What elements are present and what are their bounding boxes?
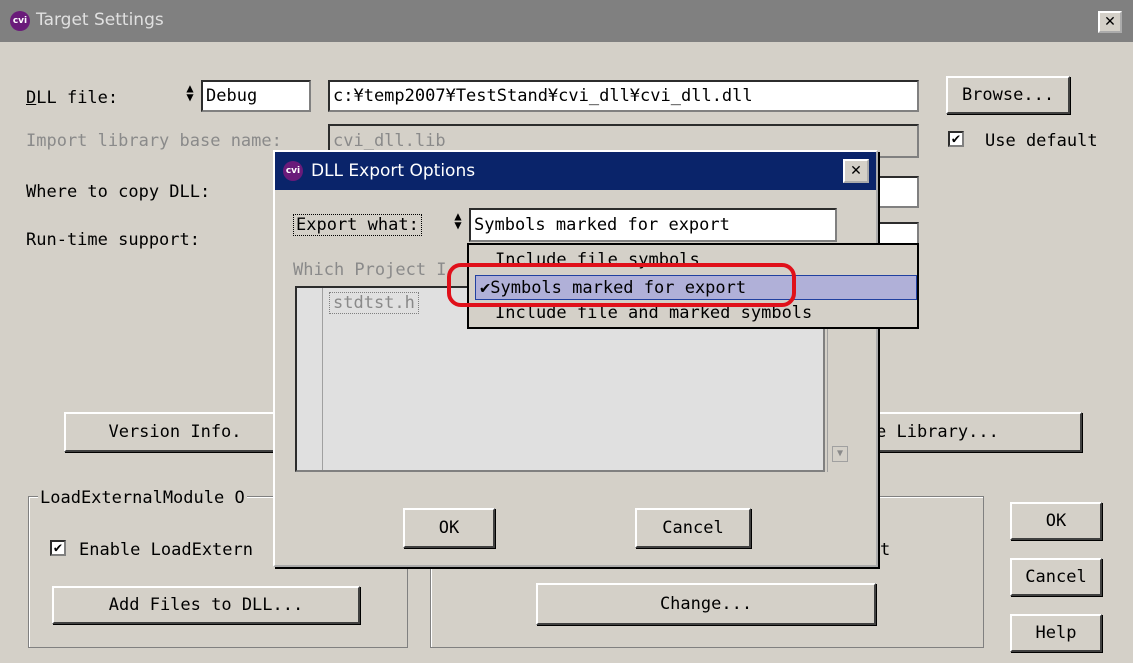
scroll-down-icon[interactable]: ▼: [832, 446, 848, 462]
where-copy-label: Where to copy DLL:: [26, 182, 211, 202]
dialog-close-icon[interactable]: ✕: [843, 159, 869, 183]
help-button[interactable]: Help: [1010, 614, 1102, 652]
ok-button[interactable]: OK: [1010, 502, 1102, 540]
export-what-label: Export what:: [293, 214, 422, 236]
dialog-title: DLL Export Options: [311, 161, 476, 181]
import-library-button[interactable]: e Library...: [864, 412, 1082, 452]
enable-load-checkbox[interactable]: ✔: [50, 540, 66, 556]
list-gutter: [297, 288, 323, 470]
dll-config-spinner-icon[interactable]: ▲ ▼: [183, 82, 197, 104]
dll-file-label: DLL file:: [26, 88, 119, 108]
export-what-spinner-icon[interactable]: ▲ ▼: [451, 210, 465, 234]
dll-file-label-rest: LL file:: [36, 88, 119, 108]
close-icon[interactable]: ✕: [1098, 11, 1122, 33]
list-scrollbar[interactable]: ▼: [827, 312, 851, 472]
enable-load-label: Enable LoadExtern: [79, 540, 253, 560]
browse-button[interactable]: Browse...: [946, 76, 1070, 114]
version-info-button[interactable]: Version Info.: [64, 412, 286, 452]
use-default-checkbox[interactable]: ✔: [948, 131, 964, 147]
which-project-label: Which Project I: [293, 260, 447, 280]
dialog-title-bar: cvi DLL Export Options ✕: [275, 152, 876, 190]
import-library-label: Import library base name:: [26, 131, 282, 151]
dll-config-field[interactable]: Debug: [201, 80, 311, 112]
cancel-button[interactable]: Cancel: [1010, 558, 1102, 596]
title-bar: cvi Target Settings ✕: [0, 0, 1133, 42]
where-copy-field[interactable]: [876, 176, 919, 208]
cvi-logo-icon: cvi: [10, 11, 30, 31]
highlight-annotation: [447, 263, 796, 307]
dll-path-input[interactable]: c:¥temp2007¥TestStand¥cvi_dll¥cvi_dll.dl…: [328, 80, 919, 112]
change-button[interactable]: Change...: [536, 583, 876, 625]
dll-export-options-dialog: cvi DLL Export Options ✕ Export what: ▲ ▼…: [273, 150, 878, 567]
add-files-button[interactable]: Add Files to DLL...: [52, 586, 360, 624]
dialog-ok-button[interactable]: OK: [403, 508, 495, 548]
cvi-logo-icon: cvi: [283, 161, 303, 181]
export-what-field[interactable]: Symbols marked for export: [469, 208, 837, 242]
list-item[interactable]: stdtst.h: [329, 292, 419, 314]
runtime-label: Run-time support:: [26, 230, 200, 250]
load-group-label: LoadExternalModule O: [38, 488, 247, 508]
dialog-cancel-button[interactable]: Cancel: [635, 508, 751, 548]
window-title: Target Settings: [36, 10, 164, 30]
use-default-label: Use default: [985, 131, 1098, 151]
partial-label: t: [880, 540, 891, 560]
